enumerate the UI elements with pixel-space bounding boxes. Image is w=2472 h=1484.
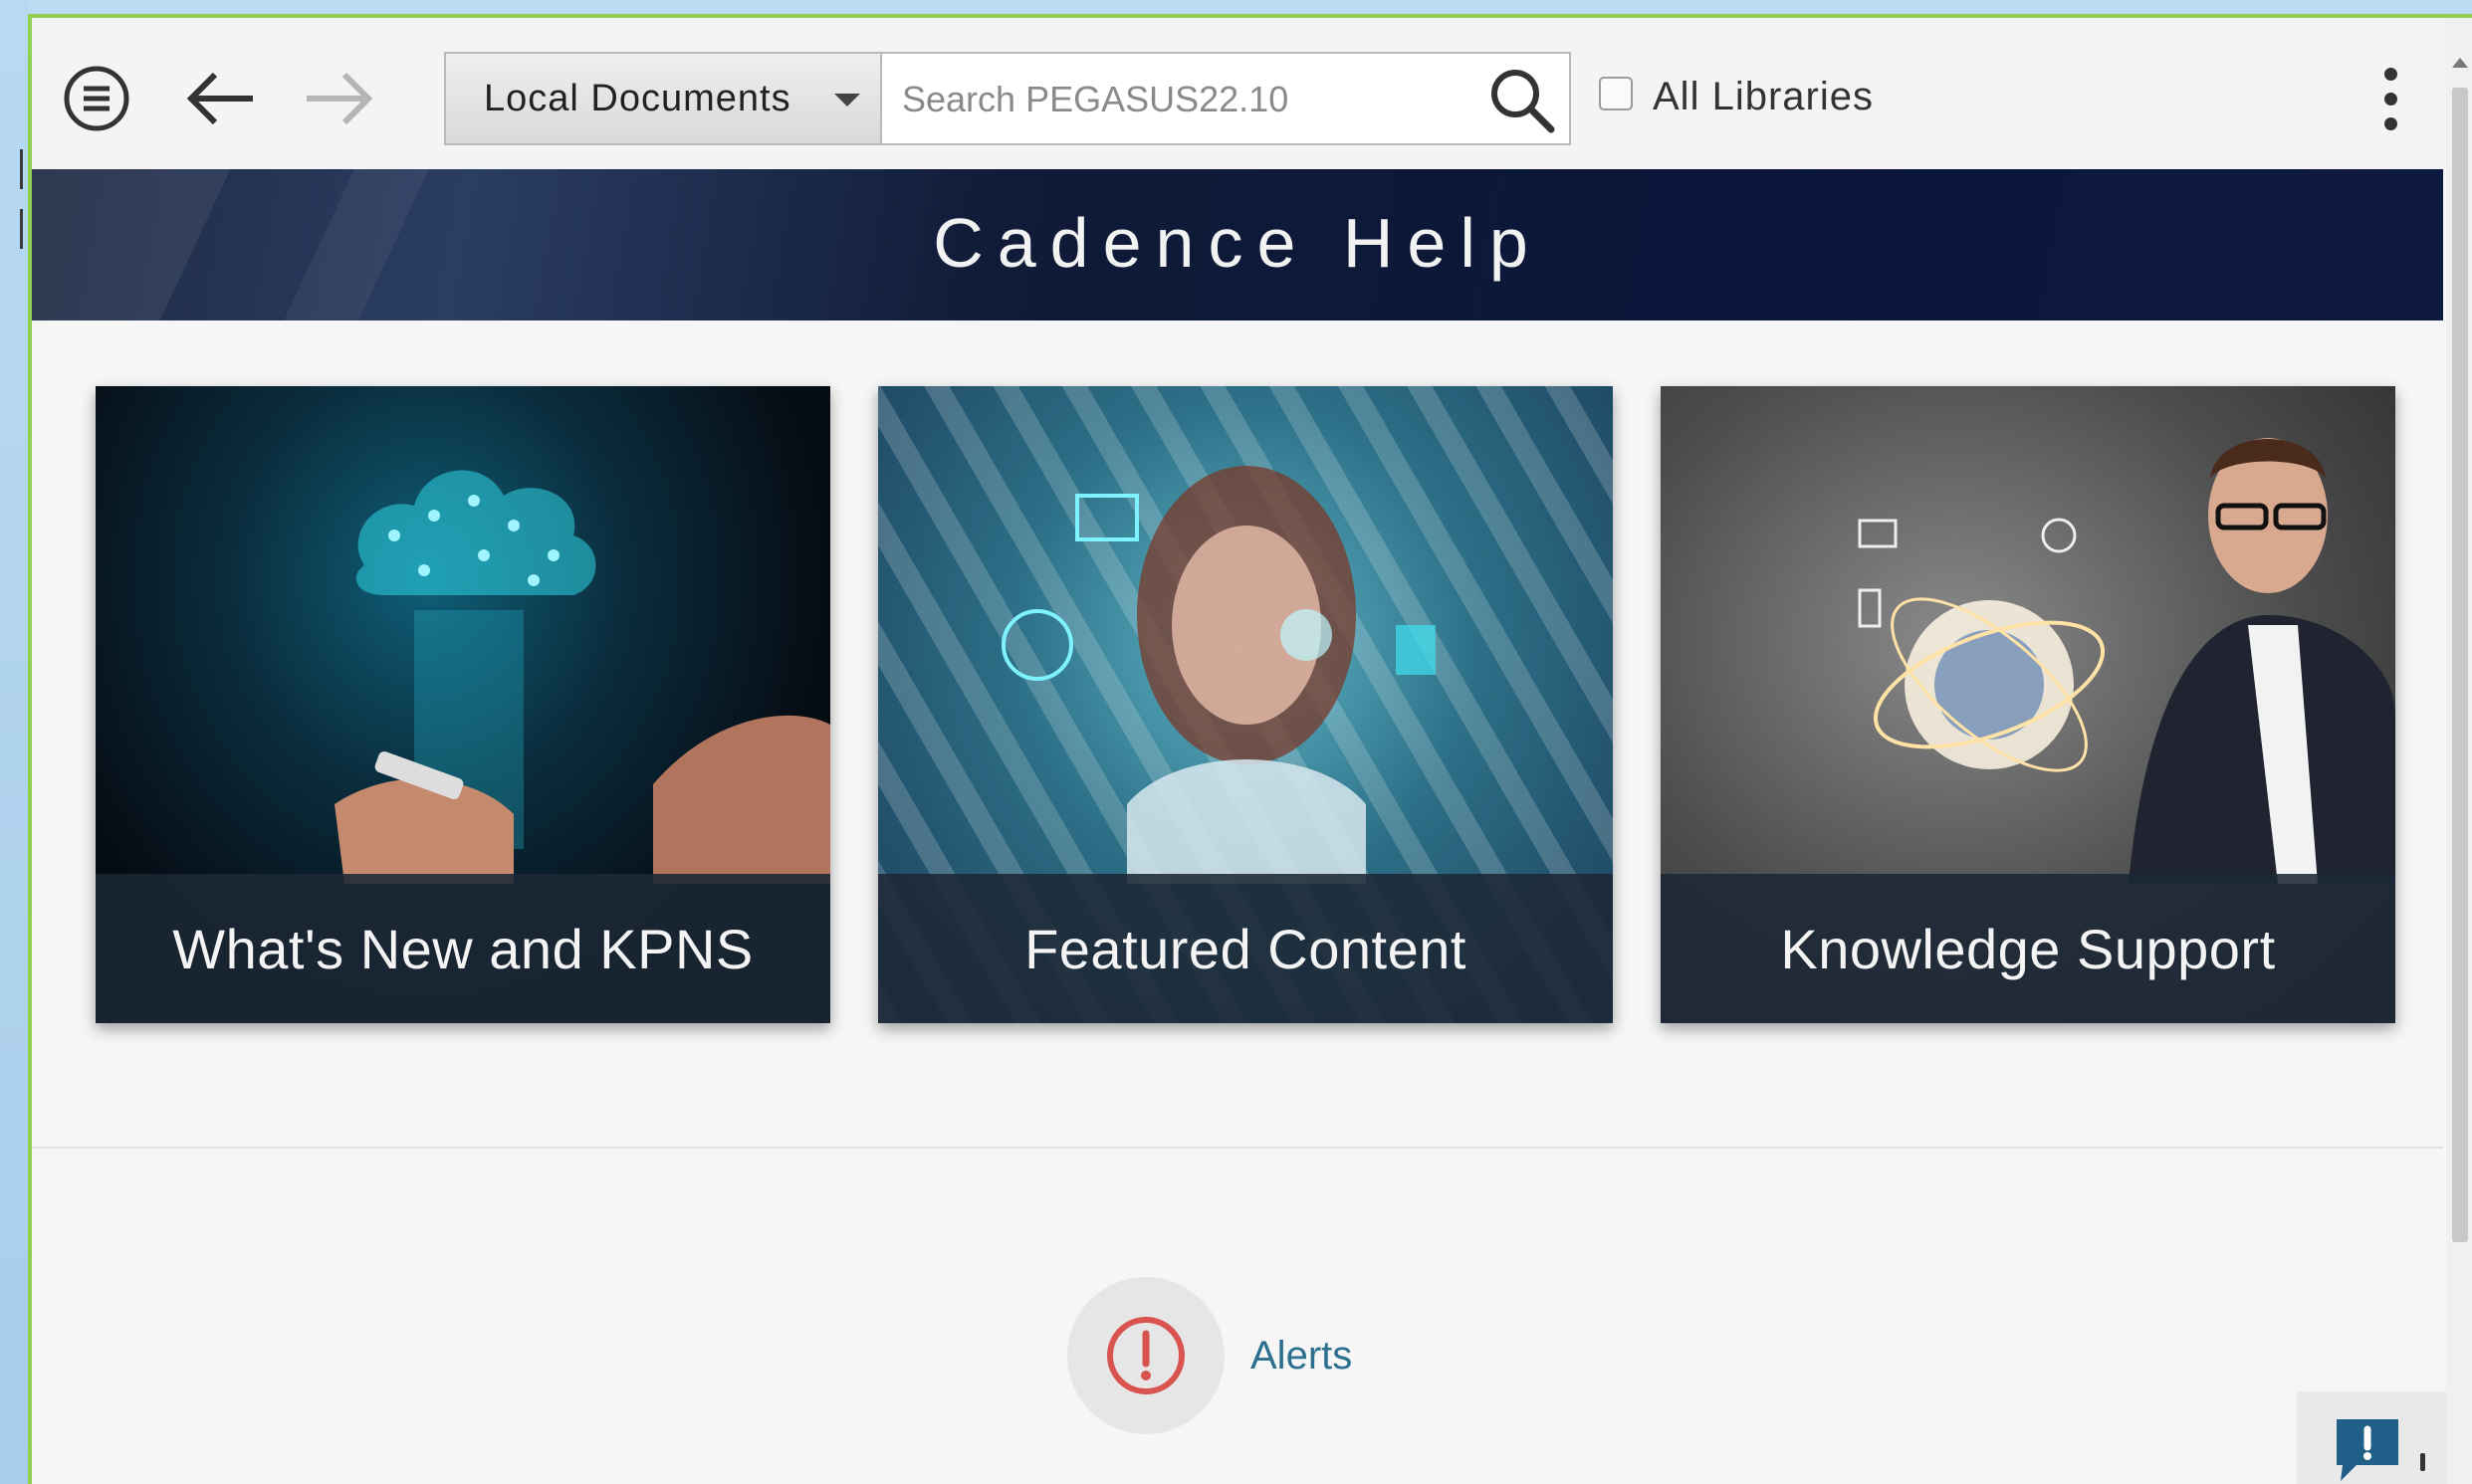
- man-with-globe-image: [1858, 438, 2395, 884]
- card-whats-new[interactable]: What's New and KPNS: [96, 386, 830, 1023]
- card-label-bar: What's New and KPNS: [96, 874, 830, 1023]
- kebab-menu-icon[interactable]: [2370, 54, 2410, 143]
- search-box: [882, 52, 1571, 145]
- scroll-up-arrow-icon[interactable]: [2452, 58, 2468, 68]
- card-knowledge-support[interactable]: Knowledge Support: [1661, 386, 2395, 1023]
- chevron-down-icon: [834, 94, 860, 106]
- cloud-network-image: [335, 470, 830, 884]
- card-label: Featured Content: [1024, 917, 1466, 980]
- edge-mark: [20, 149, 23, 189]
- page-title: Cadence Help: [933, 204, 1542, 282]
- alert-circle-icon: [1107, 1317, 1185, 1394]
- alerts-label: Alerts: [1250, 1333, 1353, 1378]
- back-arrow-icon: [186, 72, 253, 125]
- feedback-handle: [2420, 1453, 2425, 1471]
- back-button[interactable]: [181, 64, 261, 133]
- alerts-icon-circle: [1067, 1277, 1225, 1434]
- toolbar: Local Documents All Libraries: [32, 18, 2472, 169]
- library-selector-label: Local Documents: [484, 77, 791, 119]
- help-banner: Cadence Help: [32, 169, 2443, 320]
- card-label: What's New and KPNS: [172, 917, 754, 980]
- help-window: Local Documents All Libraries Cadence He…: [28, 14, 2472, 1484]
- feedback-icon[interactable]: [2331, 1413, 2404, 1484]
- card-label: Knowledge Support: [1780, 917, 2276, 980]
- desktop-left-edge: [0, 0, 28, 1484]
- forward-arrow-icon: [307, 72, 373, 125]
- search-icon[interactable]: [1487, 66, 1557, 135]
- woman-digital-interface-image: [1002, 466, 1436, 884]
- edge-mark: [20, 209, 23, 249]
- card-label-bar: Featured Content: [878, 874, 1613, 1023]
- alerts-link[interactable]: Alerts: [1067, 1276, 1352, 1435]
- card-label-bar: Knowledge Support: [1661, 874, 2395, 1023]
- scroll-thumb[interactable]: [2452, 88, 2468, 1242]
- menu-icon: [64, 66, 129, 131]
- all-libraries-toggle: All Libraries: [1599, 62, 1874, 131]
- feedback-panel: [2297, 1391, 2446, 1484]
- search-input[interactable]: [900, 70, 1461, 129]
- all-libraries-label: All Libraries: [1653, 74, 1874, 118]
- forward-button[interactable]: [299, 64, 378, 133]
- vertical-scrollbar[interactable]: [2446, 18, 2472, 1484]
- library-selector[interactable]: Local Documents: [444, 52, 882, 145]
- card-featured-content[interactable]: Featured Content: [878, 386, 1613, 1023]
- all-libraries-checkbox[interactable]: [1599, 77, 1633, 110]
- menu-button[interactable]: [62, 64, 131, 133]
